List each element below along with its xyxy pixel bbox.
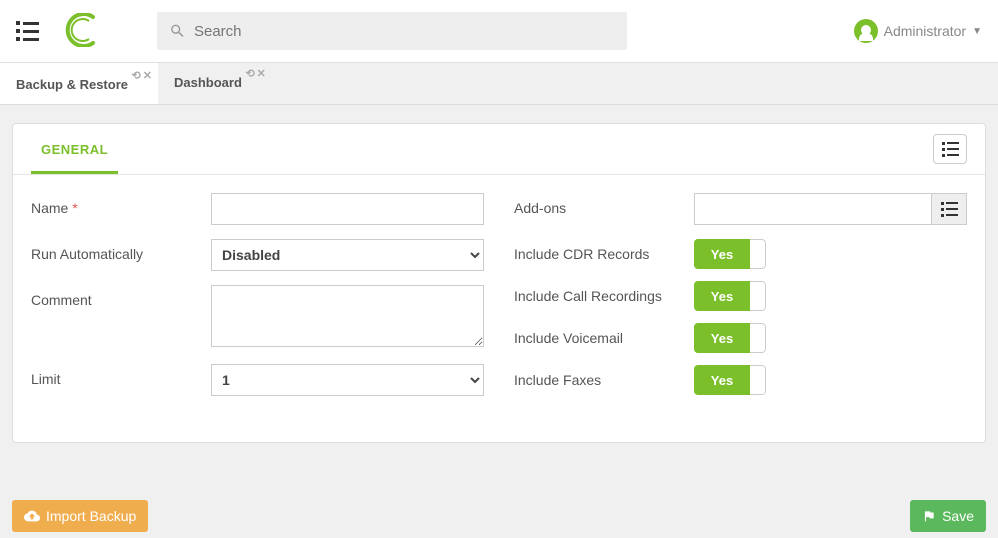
tab-dashboard[interactable]: Dashboard ⟲ ✕ [158,63,272,104]
flag-icon [922,509,936,523]
import-backup-button[interactable]: Import Backup [12,500,148,532]
comment-label: Comment [31,285,211,308]
search-input[interactable] [194,23,615,40]
hamburger-icon [16,21,39,41]
form-right-column: Add-ons [514,193,967,410]
list-icon [942,142,959,157]
tab-bar: Backup & Restore ⟲ ✕ Dashboard ⟲ ✕ [0,63,998,105]
avatar-icon [854,19,878,43]
user-menu[interactable]: Administrator ▼ [854,19,982,43]
include-voicemail-label: Include Voicemail [514,330,694,346]
settings-card: GENERAL Name * Run Automatically [12,123,986,443]
include-callrec-label: Include Call Recordings [514,288,694,304]
toggle-yes-label: Yes [694,365,750,395]
addons-input[interactable] [694,193,931,225]
include-voicemail-toggle[interactable]: Yes [694,323,766,353]
toggle-yes-label: Yes [694,239,750,269]
addons-picker-button[interactable] [931,193,967,225]
save-label: Save [942,508,974,524]
run-automatically-select[interactable]: Disabled [211,239,484,271]
refresh-icon[interactable]: ⟲ [132,69,141,82]
run-automatically-label: Run Automatically [31,239,211,262]
include-cdr-label: Include CDR Records [514,246,694,262]
toggle-handle [750,239,766,269]
logo-icon [63,13,97,50]
close-icon[interactable]: ✕ [257,67,266,80]
toggle-yes-label: Yes [694,281,750,311]
limit-select[interactable]: 1 [211,364,484,396]
search-box[interactable] [157,12,627,50]
cloud-upload-icon [24,508,40,524]
header: Administrator ▼ [0,0,998,63]
name-label: Name * [31,193,211,216]
include-faxes-label: Include Faxes [514,372,694,388]
toggle-handle [750,365,766,395]
list-icon [941,202,958,217]
include-callrec-toggle[interactable]: Yes [694,281,766,311]
form-left-column: Name * Run Automatically Disabled Commen… [31,193,484,410]
addons-label: Add-ons [514,193,694,216]
name-input[interactable] [211,193,484,225]
toggle-yes-label: Yes [694,323,750,353]
import-backup-label: Import Backup [46,508,136,524]
content-area: GENERAL Name * Run Automatically [0,105,998,461]
include-faxes-toggle[interactable]: Yes [694,365,766,395]
tab-label: Dashboard [174,75,242,90]
toggle-handle [750,281,766,311]
limit-label: Limit [31,364,211,387]
tab-backup-restore[interactable]: Backup & Restore ⟲ ✕ [0,63,158,104]
save-button[interactable]: Save [910,500,986,532]
user-name-label: Administrator [884,23,966,39]
refresh-icon[interactable]: ⟲ [245,67,254,80]
close-icon[interactable]: ✕ [143,69,152,82]
list-view-button[interactable] [933,134,967,164]
chevron-down-icon: ▼ [972,26,982,37]
toggle-handle [750,323,766,353]
include-cdr-toggle[interactable]: Yes [694,239,766,269]
tab-label: Backup & Restore [16,77,128,92]
search-icon [169,22,186,40]
card-tab-general[interactable]: GENERAL [31,124,118,174]
comment-textarea[interactable] [211,285,484,347]
footer: Import Backup Save [0,494,998,538]
menu-button[interactable] [16,21,39,41]
